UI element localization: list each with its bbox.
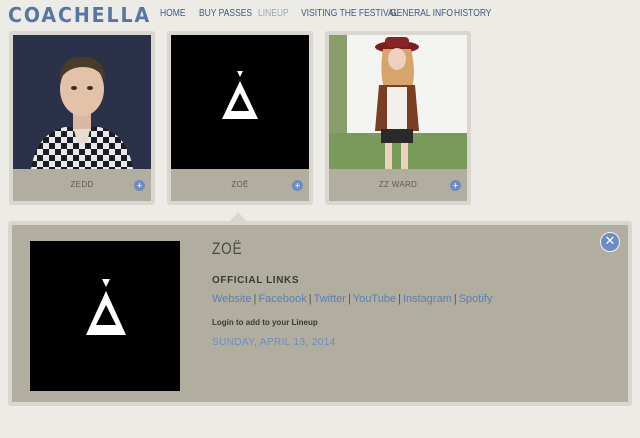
detail-content: ZOË OFFICIAL LINKS Website | Facebook | Twit…: [12, 225, 628, 402]
artist-photo-zoe[interactable]: [171, 35, 309, 169]
artist-name-zz-ward: ZZ WARD: [378, 180, 418, 189]
link-twitter[interactable]: Twitter: [314, 293, 346, 305]
login-note[interactable]: Login to add to your Lineup: [212, 318, 318, 327]
official-links-heading: OFFICIAL LINKS: [212, 275, 300, 286]
artist-detail-panel: ZOË OFFICIAL LINKS Website | Facebook | Twit…: [8, 221, 632, 406]
nav-history[interactable]: HISTORY: [454, 8, 491, 19]
artist-photo-zedd[interactable]: [13, 35, 151, 169]
plus-icon[interactable]: +: [134, 180, 145, 191]
performance-date: SUNDAY, APRIL 13, 2014: [212, 337, 336, 348]
plus-icon[interactable]: +: [450, 180, 461, 191]
nav-visiting-the-festival[interactable]: VISITING THE FESTIVAL: [301, 8, 398, 19]
link-separator: |: [398, 293, 401, 305]
artist-name-zedd: ZEDD: [70, 180, 94, 189]
artist-card-zedd[interactable]: ZEDD +: [9, 31, 155, 205]
link-youtube[interactable]: YouTube: [353, 293, 396, 305]
artist-card-zoe[interactable]: ZOË +: [167, 31, 313, 205]
link-facebook[interactable]: Facebook: [258, 293, 306, 305]
link-separator: |: [253, 293, 257, 305]
link-separator: |: [347, 293, 351, 305]
artist-detail-image: [30, 241, 180, 391]
artist-caption: ZOË +: [171, 169, 309, 201]
nav-general-info[interactable]: GENERAL INFO: [390, 8, 453, 19]
close-icon[interactable]: ✕: [600, 232, 620, 252]
coachella-logo[interactable]: COACHELLA: [8, 3, 151, 27]
link-instagram[interactable]: Instagram: [403, 293, 452, 305]
nav-lineup[interactable]: LINEUP: [258, 8, 289, 19]
artist-card-zz-ward[interactable]: ZZ WARD +: [325, 31, 471, 205]
nav-home[interactable]: HOME: [160, 8, 186, 19]
top-bar: COACHELLA HOME BUY PASSES LINEUP VISITIN…: [0, 0, 640, 30]
plus-icon[interactable]: +: [292, 180, 303, 191]
artist-title: ZOË: [212, 239, 243, 258]
link-spotify[interactable]: Spotify: [459, 293, 493, 305]
official-links: Website | Facebook | Twitter | YouTube | Instagr…: [212, 293, 492, 305]
nav-buy-passes[interactable]: BUY PASSES: [199, 8, 252, 19]
link-website[interactable]: Website: [212, 293, 252, 305]
link-separator: |: [453, 293, 457, 305]
link-separator: |: [308, 293, 312, 305]
artist-name-zoe: ZOË: [231, 180, 249, 189]
artist-caption: ZZ WARD +: [329, 169, 467, 201]
artist-photo-zz-ward[interactable]: [329, 35, 467, 169]
artist-caption: ZEDD +: [13, 169, 151, 201]
